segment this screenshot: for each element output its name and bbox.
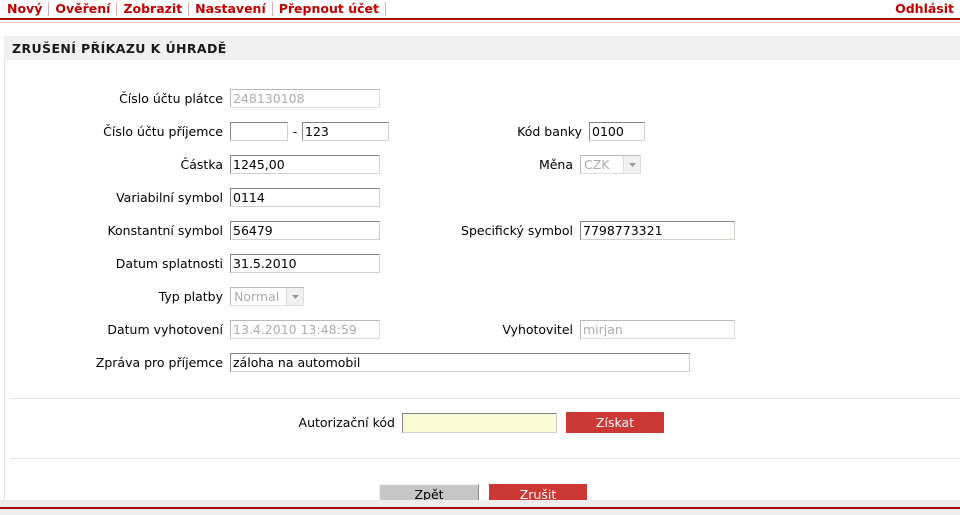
- field-payer-account: Číslo účtu plátce: [5, 89, 380, 108]
- form-row-constant-symbol: Konstantní symbol Specifický symbol: [5, 214, 960, 247]
- page-title: ZRUŠENÍ PŘÍKAZU K ÚHRADĚ: [12, 40, 227, 56]
- chevron-down-icon: [623, 156, 640, 173]
- get-authorization-code-button[interactable]: Získat: [566, 412, 664, 433]
- label-variable-symbol: Variabilní symbol: [116, 190, 223, 205]
- label-due-date: Datum splatnosti: [115, 256, 223, 271]
- input-due-date[interactable]: [230, 254, 380, 273]
- label-message: Zpráva pro příjemce: [95, 355, 223, 370]
- menu-divider: [384, 2, 386, 16]
- menu-bottom-rule-light: [0, 22, 960, 23]
- input-bank-code[interactable]: [589, 122, 645, 141]
- input-recipient-account-number[interactable]: [302, 122, 389, 141]
- chevron-down-icon: [286, 288, 303, 305]
- input-authorization-code[interactable]: [402, 412, 557, 433]
- label-created-date: Datum vyhotovení: [107, 322, 223, 337]
- field-due-date: Datum splatnosti: [5, 254, 380, 273]
- logout-link[interactable]: Odhlásit: [895, 1, 954, 17]
- label-constant-symbol: Konstantní symbol: [107, 223, 223, 238]
- field-created-date: Datum vyhotovení: [5, 320, 380, 339]
- form-row-variable-symbol: Variabilní symbol: [5, 181, 960, 214]
- account-separator: -: [292, 124, 298, 139]
- label-specific-symbol: Specifický symbol: [461, 223, 573, 238]
- main-menu-bar: Nový Ověření Zobrazit Nastavení Přepnout…: [0, 0, 960, 18]
- menu-item-prepnout-ucet[interactable]: Přepnout účet: [273, 1, 385, 17]
- input-creator: [580, 320, 735, 339]
- divider-below-authorization: [10, 458, 960, 459]
- form-row-due-date: Datum splatnosti: [5, 247, 960, 280]
- label-authorization-code: Autorizační kód: [298, 415, 395, 430]
- form-row-payment-type: Typ platby Normal: [5, 280, 960, 313]
- menu-item-nastaveni[interactable]: Nastavení: [189, 1, 272, 17]
- label-amount: Částka: [180, 157, 223, 172]
- form-row-created: Datum vyhotovení Vyhotovitel: [5, 313, 960, 346]
- menu-item-overeni[interactable]: Ověření: [49, 1, 116, 17]
- select-currency: CZK: [580, 155, 641, 174]
- field-currency: Měna CZK: [428, 155, 641, 174]
- menu-item-zobrazit[interactable]: Zobrazit: [117, 1, 188, 17]
- field-message: Zpráva pro příjemce: [5, 353, 690, 372]
- field-creator: Vyhotovitel: [428, 320, 735, 339]
- menu-item-novy[interactable]: Nový: [5, 1, 48, 17]
- recipient-account-group: -: [230, 122, 389, 141]
- menu-items-group: Nový Ověření Zobrazit Nastavení Přepnout…: [5, 1, 386, 17]
- divider-above-authorization: [10, 398, 960, 399]
- content-panel: Číslo účtu plátce Číslo účtu příjemce - …: [4, 60, 960, 505]
- field-bank-code: Kód banky: [437, 122, 645, 141]
- field-recipient-account: Číslo účtu příjemce -: [5, 122, 389, 141]
- select-payment-type-value: Normal: [234, 289, 280, 304]
- label-recipient-account: Číslo účtu příjemce: [103, 124, 223, 139]
- field-payment-type: Typ platby Normal: [5, 287, 304, 306]
- label-currency: Měna: [538, 157, 573, 172]
- input-created-date: [230, 320, 380, 339]
- form-row-recipient-account: Číslo účtu příjemce - Kód banky: [5, 115, 960, 148]
- field-constant-symbol: Konstantní symbol: [5, 221, 380, 240]
- field-specific-symbol: Specifický symbol: [428, 221, 735, 240]
- menu-right-group: Odhlásit: [895, 0, 954, 18]
- footer-rule: [0, 507, 960, 509]
- input-variable-symbol[interactable]: [230, 188, 380, 207]
- input-constant-symbol[interactable]: [230, 221, 380, 240]
- input-recipient-account-prefix[interactable]: [230, 122, 288, 141]
- label-payment-type: Typ platby: [158, 289, 223, 304]
- menu-bottom-rule: [0, 18, 960, 20]
- payment-cancel-form: Číslo účtu plátce Číslo účtu příjemce - …: [5, 82, 960, 379]
- field-variable-symbol: Variabilní symbol: [5, 188, 380, 207]
- label-bank-code: Kód banky: [517, 124, 582, 139]
- input-specific-symbol[interactable]: [580, 221, 735, 240]
- page-title-bar: ZRUŠENÍ PŘÍKAZU K ÚHRADĚ: [4, 36, 960, 60]
- form-row-message: Zpráva pro příjemce: [5, 346, 960, 379]
- input-amount[interactable]: [230, 155, 380, 174]
- select-payment-type: Normal: [230, 287, 304, 306]
- label-creator: Vyhotovitel: [502, 322, 573, 337]
- form-row-amount: Částka Měna CZK: [5, 148, 960, 181]
- form-row-payer-account: Číslo účtu plátce: [5, 82, 960, 115]
- input-message[interactable]: [230, 353, 690, 372]
- label-payer-account: Číslo účtu plátce: [119, 91, 223, 106]
- input-payer-account: [230, 89, 380, 108]
- authorization-section: Autorizační kód Získat: [5, 412, 960, 433]
- field-amount: Částka: [5, 155, 380, 174]
- select-currency-value: CZK: [584, 157, 610, 172]
